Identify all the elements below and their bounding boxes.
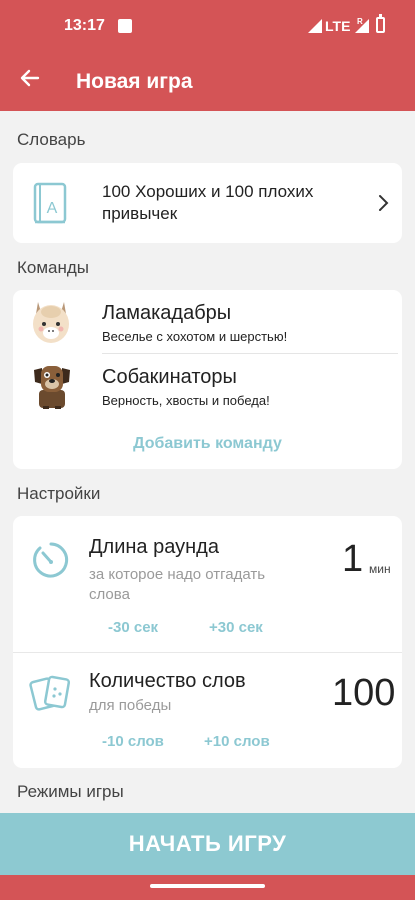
status-time: 13:17	[64, 17, 105, 34]
app-bar: 13:17 LTE R Новая игра	[0, 0, 415, 111]
round-increase-button[interactable]: +30 сек	[209, 619, 263, 636]
team-motto: Веселье с хохотом и шерстью!	[102, 329, 288, 344]
battery-icon	[376, 14, 385, 33]
svg-text:A: A	[47, 200, 58, 217]
start-game-button[interactable]: НАЧАТЬ ИГРУ	[0, 813, 415, 875]
word-count-subtitle: для победы	[89, 697, 172, 714]
cards-icon	[29, 675, 71, 711]
dictionary-name: 100 Хороших и 100 плохих привычек	[102, 182, 314, 223]
modes-section-label: Режимы игры	[17, 782, 124, 801]
word-count-value: 100	[332, 672, 396, 714]
chevron-right-icon	[379, 195, 389, 211]
round-decrease-button[interactable]: -30 сек	[108, 619, 158, 636]
llama-avatar	[33, 302, 69, 343]
settings-card: Длина раунда за которое надо отгадать сл…	[13, 516, 402, 768]
team-motto: Верность, хвосты и победа!	[102, 393, 270, 408]
word-count-title: Количество слов	[89, 670, 246, 692]
settings-divider	[13, 652, 402, 653]
notification-icon	[118, 19, 132, 33]
words-decrease-button[interactable]: -10 слов	[102, 733, 164, 750]
team-name: Ламакадабры	[102, 302, 232, 324]
signal-icon	[308, 19, 322, 33]
round-length-unit: мин	[369, 562, 391, 576]
team-item-llama[interactable]: Ламакадабры Веселье с хохотом и шерстью!	[13, 290, 402, 353]
teams-card: Ламакадабры Веселье с хохотом и шерстью!…	[13, 290, 402, 469]
add-team-button[interactable]: Добавить команду	[13, 435, 402, 453]
dictionary-section-label: Словарь	[17, 130, 86, 149]
page-title: Новая игра	[76, 70, 193, 93]
home-indicator[interactable]	[150, 884, 265, 888]
words-increase-button[interactable]: +10 слов	[204, 733, 270, 750]
round-length-value: 1	[342, 538, 364, 580]
network-type: LTE	[325, 18, 351, 34]
book-icon: A	[33, 182, 67, 224]
team-item-dog[interactable]: Собакинаторы Верность, хвосты и победа!	[13, 356, 402, 416]
dog-avatar	[34, 366, 70, 409]
round-length-subtitle: за которое надо отгадать слова	[89, 566, 266, 603]
teams-section-label: Команды	[17, 258, 90, 277]
settings-section-label: Настройки	[17, 484, 101, 503]
timer-icon	[33, 542, 69, 578]
team-divider	[102, 353, 398, 354]
status-bar: 13:17 LTE R	[0, 0, 415, 56]
dictionary-card[interactable]: A 100 Хороших и 100 плохих привычек	[13, 163, 402, 243]
back-arrow-icon[interactable]	[18, 66, 42, 90]
round-length-title: Длина раунда	[89, 536, 219, 558]
team-name: Собакинаторы	[102, 366, 237, 388]
roaming-indicator: R	[357, 17, 363, 26]
